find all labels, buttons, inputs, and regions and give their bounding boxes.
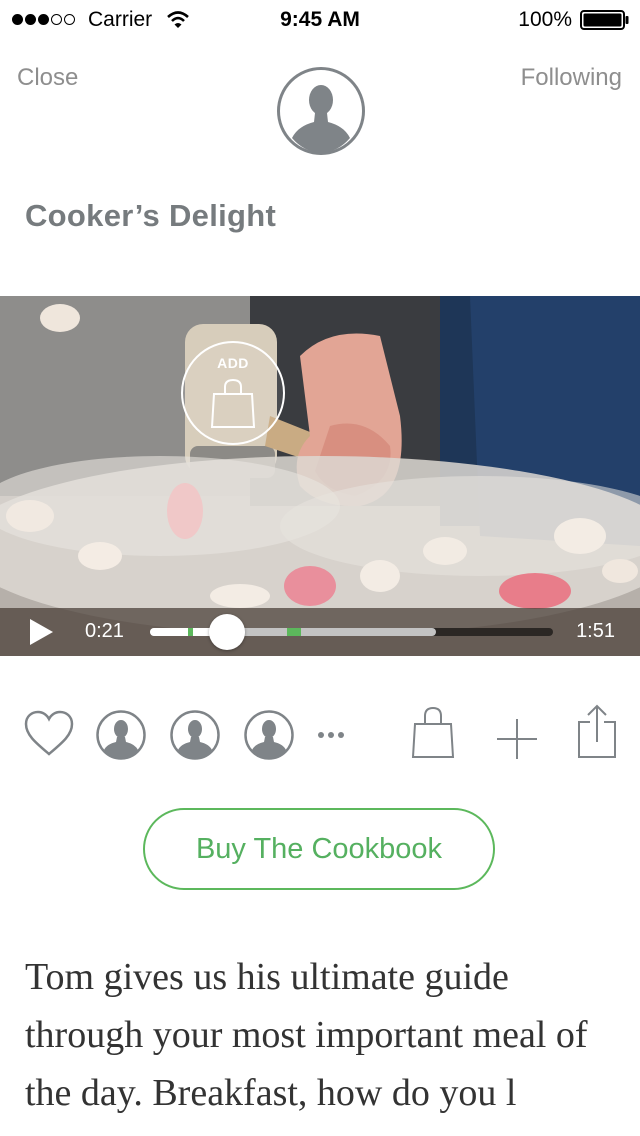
share-icon[interactable]: [576, 704, 618, 760]
avatar-icon[interactable]: [96, 710, 146, 760]
elapsed-time: 0:21: [85, 620, 124, 642]
battery-percentage: 100%: [518, 8, 572, 31]
battery-icon: [580, 10, 629, 30]
video-player[interactable]: [0, 296, 640, 656]
profile-avatar[interactable]: [276, 66, 366, 156]
shopping-bag-icon[interactable]: [410, 706, 456, 760]
video-frame: [0, 296, 640, 656]
add-label: ADD: [217, 355, 249, 371]
heart-icon[interactable]: [24, 710, 74, 758]
total-duration: 1:51: [576, 620, 615, 642]
avatar-icon[interactable]: [170, 710, 220, 760]
play-icon: [30, 619, 53, 645]
play-button[interactable]: [28, 618, 54, 646]
chapter-marker: [188, 628, 193, 636]
status-bar: Carrier 9:45 AM 100%: [0, 0, 640, 40]
close-button[interactable]: Close: [17, 64, 78, 92]
more-icon[interactable]: [316, 730, 346, 740]
channel-title: Cooker’s Delight: [25, 198, 277, 233]
buy-cookbook-button[interactable]: Buy The Cookbook: [143, 808, 495, 890]
chapter-marker: [287, 628, 301, 636]
progress-thumb[interactable]: [209, 614, 245, 650]
plus-icon[interactable]: [496, 718, 538, 760]
following-button[interactable]: Following: [521, 64, 622, 92]
avatar-icon[interactable]: [244, 710, 294, 760]
video-description: Tom gives us his ultimate guide through …: [25, 956, 588, 1114]
